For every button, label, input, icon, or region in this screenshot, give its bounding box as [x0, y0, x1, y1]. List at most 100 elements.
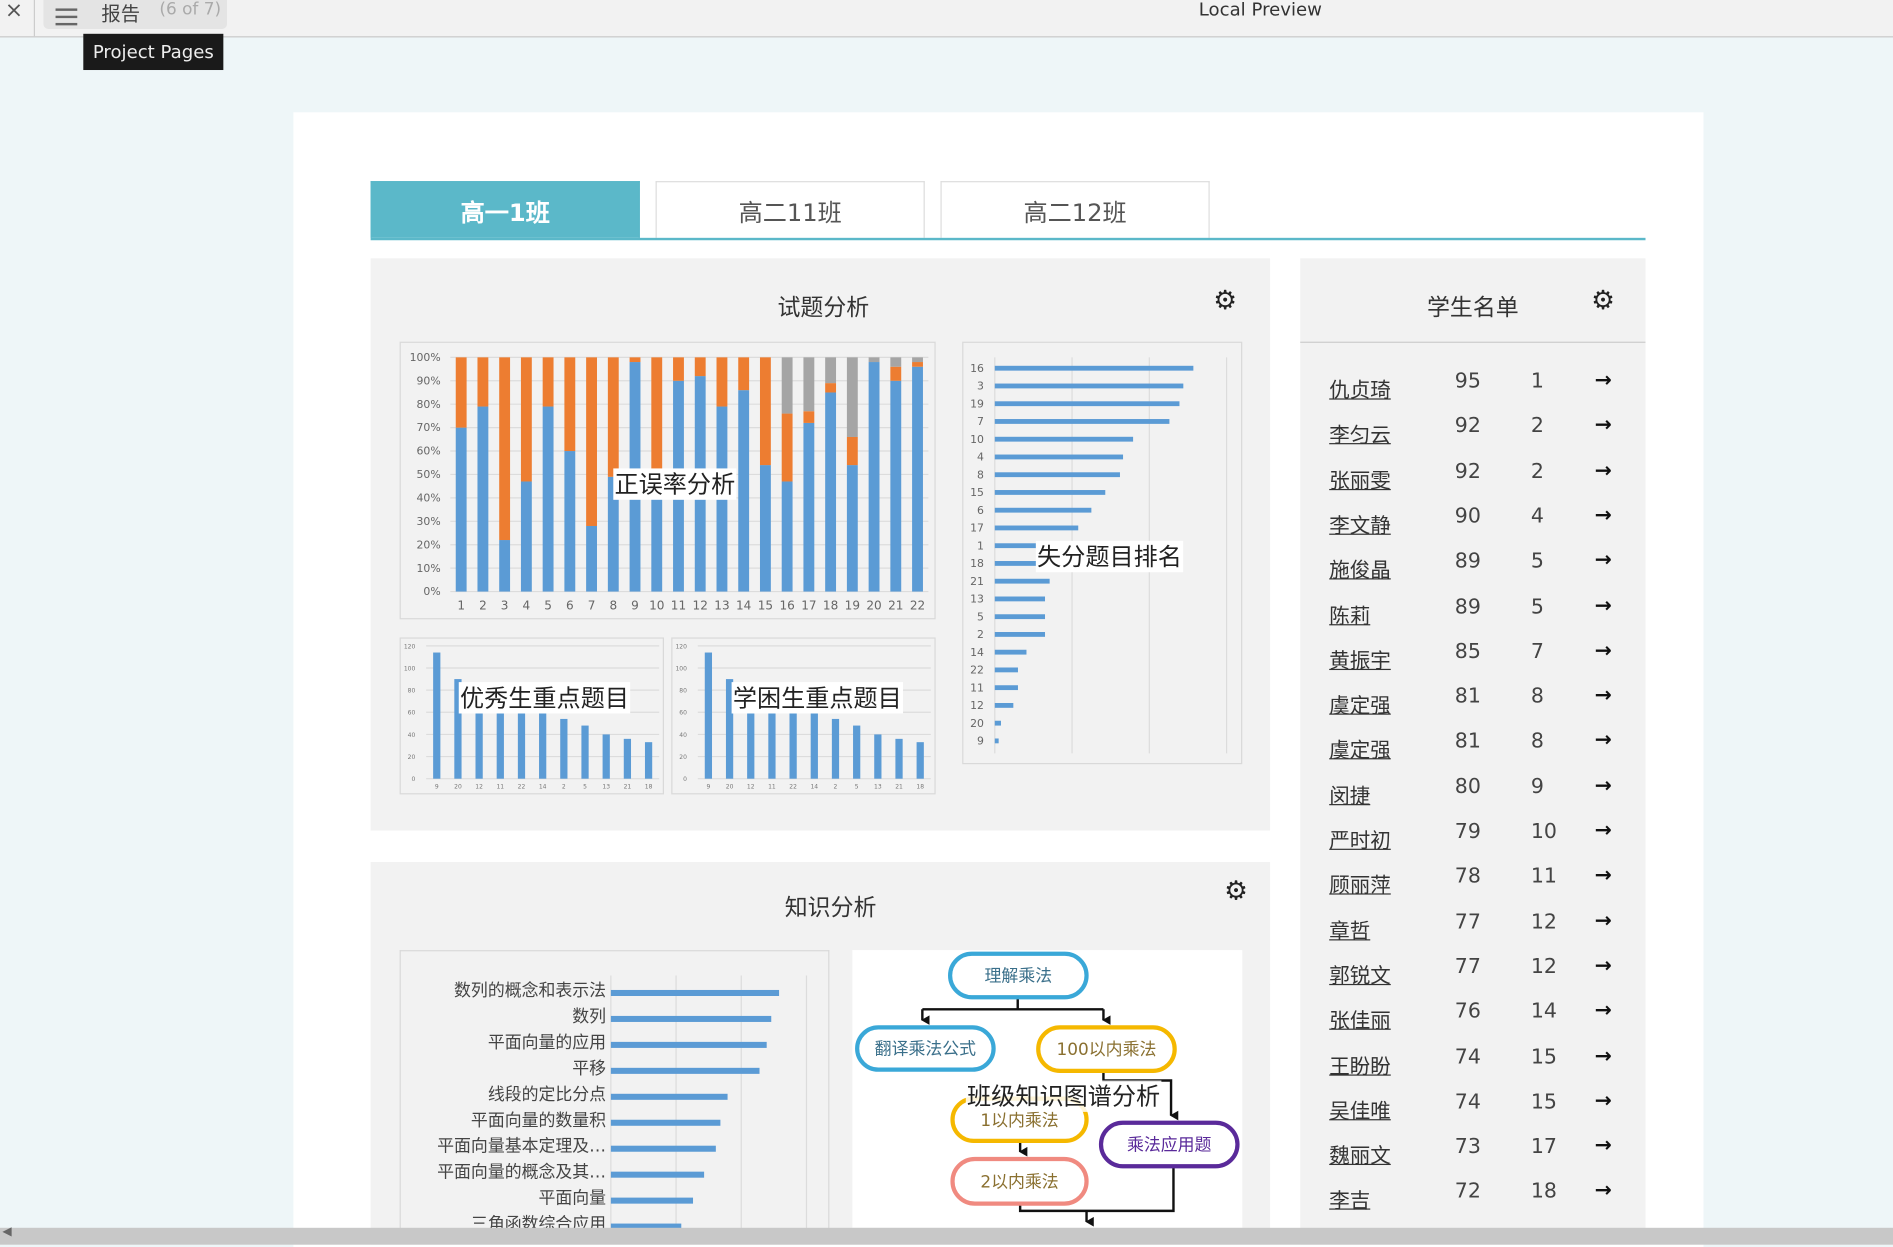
bar [602, 734, 610, 779]
gear-icon[interactable]: ⚙ [1213, 286, 1237, 316]
arrow-right-icon[interactable]: → [1595, 1179, 1612, 1203]
knowledge-point-chart[interactable]: 数列的概念和表示法 数列 平面向量的应用 平移 线段的定比分点 平面向量的数量积 平面向量基… [399, 950, 830, 1242]
tab-underline [370, 237, 1646, 241]
close-icon[interactable]: × [5, 0, 23, 23]
y-tick-label: 0 [411, 776, 415, 783]
student-name-link[interactable]: 王盼盼 [1329, 1049, 1391, 1079]
student-score: 81 [1454, 729, 1481, 754]
student-name-link[interactable]: 仇贞琦 [1329, 373, 1391, 403]
student-rank: 7 [1530, 639, 1544, 664]
y-tick-label: 1 [977, 539, 984, 552]
arrow-right-icon[interactable]: → [1595, 999, 1612, 1023]
bar [475, 708, 483, 779]
arrow-right-icon[interactable]: → [1595, 503, 1612, 527]
bar [994, 419, 1170, 424]
y-tick-label: 线段的定比分点 [488, 1084, 606, 1104]
student-name-link[interactable]: 闵捷 [1329, 778, 1370, 808]
student-score: 74 [1454, 1044, 1481, 1070]
bar [994, 720, 1001, 726]
tab-class-11[interactable]: 高二11班 [655, 181, 925, 238]
title-bar: × 报告 (6 of 7) Local Preview [0, 0, 1893, 38]
arrow-right-icon[interactable]: → [1595, 954, 1612, 978]
bar [610, 1093, 728, 1100]
student-name-link[interactable]: 李文静 [1329, 508, 1391, 538]
bar [853, 725, 861, 779]
bar [994, 401, 1180, 407]
bar [810, 708, 818, 779]
tab-class-1[interactable]: 高一1班 [370, 181, 640, 238]
x-tick-label: 18 [645, 783, 653, 790]
divider [33, 0, 36, 37]
x-tick-label: 20 [726, 783, 734, 790]
student-name-link[interactable]: 施俊晶 [1329, 553, 1391, 583]
bar-segment [694, 357, 706, 377]
scroll-left-icon[interactable]: ◀ [2, 1225, 11, 1238]
arrow-right-icon[interactable]: → [1595, 819, 1612, 843]
student-name-link[interactable]: 顾丽萍 [1329, 868, 1391, 898]
struggling-students-chart[interactable]: 0 20 40 60 80 100 120 9 20 12 11 22 14 2 5 13 21 18 [671, 637, 936, 795]
student-name-link[interactable]: 虞定强 [1329, 688, 1391, 718]
student-name-link[interactable]: 虞定强 [1329, 733, 1391, 763]
arrow-right-icon[interactable]: → [1595, 458, 1612, 482]
bar-segment [759, 357, 771, 466]
map-node-label: 乘法应用题 [1127, 1135, 1212, 1155]
x-tick-label: 3 [501, 599, 509, 613]
arrow-right-icon[interactable]: → [1595, 773, 1612, 797]
arrow-right-icon[interactable]: → [1595, 1134, 1612, 1158]
x-tick-label: 20 [866, 599, 881, 613]
arrow-right-icon[interactable]: → [1595, 413, 1612, 437]
bar-segment [629, 357, 641, 363]
top-students-chart[interactable]: 0 20 40 60 80 100 120 9 20 12 11 22 14 2 5 13 21 18 [399, 637, 664, 795]
arrow-right-icon[interactable]: → [1595, 1044, 1612, 1068]
bar-segment [890, 366, 902, 381]
page-menu-button[interactable]: 报告 (6 of 7) [43, 0, 227, 29]
horizontal-scrollbar[interactable]: ◀ [0, 1225, 1893, 1245]
bar-segment [499, 540, 511, 592]
x-tick-label: 21 [624, 783, 632, 790]
student-name-link[interactable]: 黄振宇 [1329, 643, 1391, 673]
student-name-link[interactable]: 李匀云 [1329, 418, 1391, 448]
arrow-right-icon[interactable]: → [1595, 593, 1612, 617]
bar-segment [846, 436, 858, 466]
bar [496, 708, 504, 779]
gear-icon[interactable]: ⚙ [1591, 286, 1615, 316]
student-row: 吴佳唯 74 15 → [1329, 1089, 1619, 1130]
y-tick-label: 30% [417, 515, 441, 528]
student-name-link[interactable]: 张丽雯 [1329, 463, 1391, 493]
bar-segment [825, 392, 837, 592]
y-tick-label: 40 [679, 732, 687, 739]
student-score: 79 [1454, 819, 1481, 844]
page-count: (6 of 7) [159, 0, 222, 20]
accuracy-chart-title: 正误率分析 [613, 468, 737, 500]
tab-class-12[interactable]: 高二12班 [940, 181, 1210, 238]
student-name-link[interactable]: 陈莉 [1329, 598, 1370, 628]
x-tick-label: 18 [916, 783, 924, 790]
student-name-link[interactable]: 魏丽文 [1329, 1139, 1391, 1169]
y-tick-label: 平面向量的数量积 [471, 1110, 606, 1130]
student-name-link[interactable]: 吴佳唯 [1329, 1094, 1391, 1124]
arrow-right-icon[interactable]: → [1595, 548, 1612, 572]
arrow-right-icon[interactable]: → [1595, 683, 1612, 707]
x-tick-label: 13 [602, 783, 610, 790]
student-score: 73 [1454, 1134, 1481, 1160]
gear-icon[interactable]: ⚙ [1224, 876, 1248, 906]
student-name-link[interactable]: 郭锐文 [1329, 958, 1391, 988]
y-tick-label: 0 [683, 776, 687, 783]
student-name-link[interactable]: 张佳丽 [1329, 1003, 1391, 1034]
student-name-link[interactable]: 章哲 [1329, 913, 1370, 943]
bar-segment [586, 525, 597, 592]
arrow-right-icon[interactable]: → [1595, 864, 1612, 888]
bar [895, 738, 903, 779]
student-name-link[interactable]: 李吉 [1329, 1184, 1370, 1214]
student-score: 92 [1454, 459, 1481, 484]
arrow-right-icon[interactable]: → [1595, 728, 1612, 752]
arrow-right-icon[interactable]: → [1595, 909, 1612, 933]
student-name-link[interactable]: 严时初 [1329, 823, 1391, 853]
arrow-right-icon[interactable]: → [1595, 638, 1612, 662]
x-tick-label: 2 [562, 783, 566, 790]
arrow-right-icon[interactable]: → [1595, 368, 1612, 392]
menu-title: 报告 [101, 2, 141, 26]
student-row: 闵捷 80 9 → [1329, 773, 1619, 814]
student-score: 89 [1454, 549, 1481, 574]
arrow-right-icon[interactable]: → [1595, 1089, 1612, 1113]
